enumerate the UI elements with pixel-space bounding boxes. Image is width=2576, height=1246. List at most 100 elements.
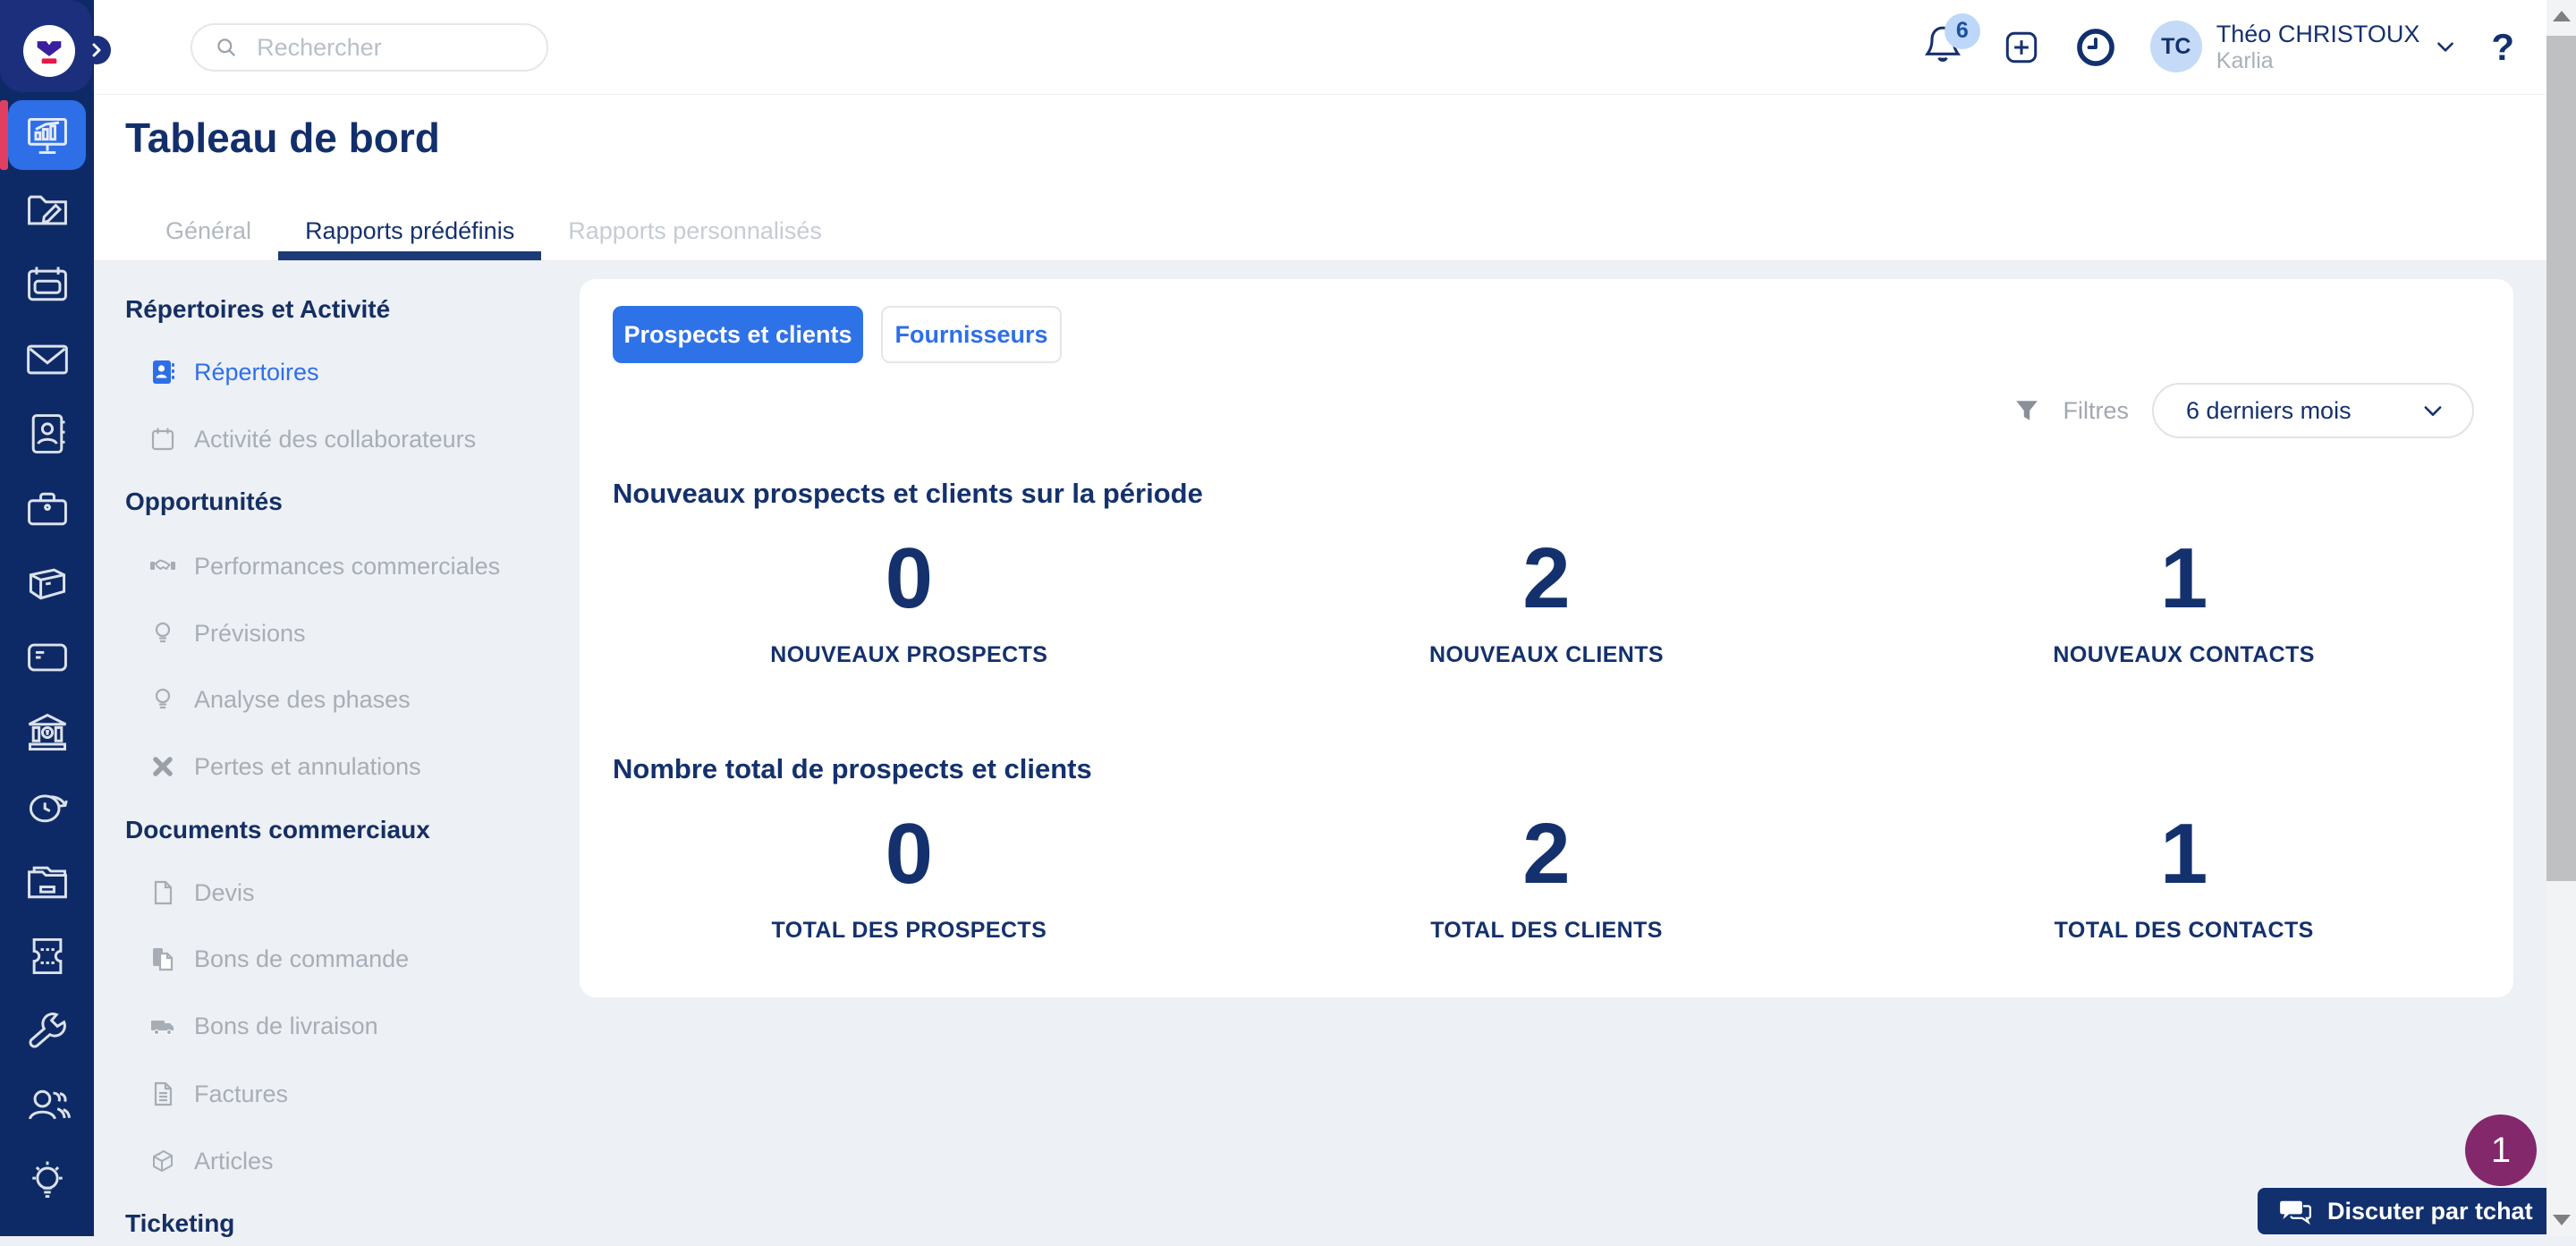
- scrollbar-thumb[interactable]: [2546, 36, 2576, 881]
- stat-new-prospects: 0 NOUVEAUX PROSPECTS: [590, 531, 1228, 668]
- user-name: Théo CHRISTOUX: [2216, 20, 2420, 47]
- menu-item-articles[interactable]: Articles: [149, 1139, 274, 1183]
- calendar-icon: [151, 428, 174, 451]
- rail-item-payments[interactable]: [0, 621, 94, 695]
- help-button[interactable]: ?: [2491, 28, 2514, 66]
- handshake-icon: [150, 559, 175, 571]
- chat-bubbles-icon: [2280, 1200, 2311, 1225]
- report-card: Prospects et clients Fournisseurs Filtre…: [580, 279, 2513, 997]
- stat-new-clients: 2 NOUVEAUX CLIENTS: [1228, 531, 1866, 668]
- rail-item-time[interactable]: [0, 770, 94, 844]
- tab-general[interactable]: Général: [139, 205, 278, 260]
- filters-label: Filtres: [2063, 396, 2130, 424]
- credit-card-icon: [27, 644, 67, 672]
- avatar: TC: [2149, 21, 2202, 73]
- rail-item-documents[interactable]: [0, 844, 94, 919]
- chat-button-label: Discuter par tchat: [2327, 1197, 2533, 1225]
- chat-button[interactable]: Discuter par tchat: [2258, 1188, 2562, 1234]
- scroll-down-arrow-icon[interactable]: [2553, 1215, 2571, 1225]
- section-heading-total: Nombre total de prospects et clients: [613, 753, 1092, 784]
- rail-item-calendar[interactable]: [0, 248, 94, 322]
- menu-section-repertoires-activite: Répertoires et Activité: [125, 295, 391, 323]
- page-scrollbar[interactable]: [2546, 0, 2576, 1236]
- menu-item-label: Analyse des phases: [194, 685, 411, 713]
- stat-label: NOUVEAUX PROSPECTS: [770, 641, 1048, 667]
- box-icon: [153, 1149, 173, 1173]
- recent-activity-button[interactable]: [2075, 27, 2116, 68]
- menu-item-label: Performances commerciales: [194, 552, 501, 580]
- menu-item-label: Pertes et annulations: [194, 752, 421, 780]
- rail-item-tickets[interactable]: [0, 919, 94, 993]
- menu-item-label: Bons de commande: [194, 945, 410, 972]
- audience-button-prospects-clients[interactable]: Prospects et clients: [613, 306, 863, 363]
- envelope-icon: [26, 344, 68, 375]
- app-logo[interactable]: [0, 0, 92, 92]
- stat-new-contacts: 1 NOUVEAUX CONTACTS: [1865, 531, 2503, 668]
- menu-item-pertes-annulations[interactable]: Pertes et annulations: [149, 744, 421, 789]
- user-menu[interactable]: TC Théo CHRISTOUX Karlia: [2149, 20, 2458, 74]
- menu-item-performances-commerciales[interactable]: Performances commerciales: [149, 544, 500, 589]
- rail-item-contacts[interactable]: [0, 397, 94, 471]
- chevron-down-icon: [2424, 406, 2442, 416]
- global-search[interactable]: [191, 23, 548, 72]
- rail-expand-button[interactable]: [82, 36, 111, 64]
- folder-pen-icon: [27, 195, 67, 225]
- menu-item-label: Activité des collaborateurs: [194, 425, 477, 453]
- bank-icon: [28, 713, 66, 750]
- menu-item-repertoires[interactable]: Répertoires: [149, 350, 319, 394]
- stat-value: 0: [885, 530, 934, 626]
- tab-rapports-personnalises[interactable]: Rapports personnalisés: [541, 205, 849, 260]
- stats-row-total: 0 TOTAL DES PROSPECTS 2 TOTAL DES CLIENT…: [590, 807, 2503, 944]
- rail-item-products[interactable]: [0, 546, 94, 620]
- audience-button-fournisseurs[interactable]: Fournisseurs: [881, 306, 1062, 363]
- quick-add-button[interactable]: [2002, 28, 2041, 67]
- rail-item-dashboard[interactable]: [0, 98, 94, 173]
- menu-item-devis[interactable]: Devis: [149, 870, 255, 915]
- user-company: Karlia: [2216, 47, 2274, 73]
- scroll-up-arrow-icon[interactable]: [2553, 11, 2571, 21]
- stat-label: TOTAL DES CONTACTS: [2054, 917, 2314, 943]
- contact-book-icon: [31, 414, 64, 454]
- menu-section-documents-commerciaux: Documents commerciaux: [125, 816, 430, 843]
- section-heading-new: Nouveaux prospects et clients sur la pér…: [613, 478, 1203, 509]
- menu-item-factures[interactable]: Factures: [149, 1072, 288, 1116]
- rail-item-portfolio[interactable]: [0, 471, 94, 546]
- clock-history-icon: [29, 794, 68, 823]
- notifications-button[interactable]: 6: [1921, 13, 1980, 74]
- chevron-right-icon: [92, 43, 101, 57]
- page-title: Tableau de bord: [125, 114, 440, 161]
- tab-rapports-predefinis[interactable]: Rapports prédéfinis: [278, 205, 542, 260]
- page-header: Tableau de bord Général Rapports prédéfi…: [94, 94, 2546, 261]
- briefcase-icon: [27, 492, 67, 525]
- stat-total-clients: 2 TOTAL DES CLIENTS: [1228, 807, 1866, 944]
- stat-label: NOUVEAUX CLIENTS: [1429, 641, 1664, 667]
- menu-item-bons-de-livraison[interactable]: Bons de livraison: [149, 1004, 378, 1048]
- stat-value: 1: [2159, 806, 2208, 902]
- file-lines-icon: [154, 1081, 173, 1106]
- notification-count-badge: 6: [1944, 13, 1980, 49]
- rail-item-bank[interactable]: [0, 695, 94, 769]
- stat-value: 2: [1522, 806, 1571, 902]
- file-copy-icon: [153, 948, 174, 971]
- period-select[interactable]: 6 derniers mois: [2152, 383, 2474, 438]
- rail-item-directories[interactable]: [0, 173, 94, 247]
- truck-icon: [151, 1021, 174, 1036]
- rail-item-groups[interactable]: [0, 1068, 94, 1142]
- menu-item-label: Prévisions: [194, 619, 306, 647]
- stat-value: 0: [885, 806, 934, 902]
- rail-item-ideas[interactable]: [0, 1142, 94, 1216]
- address-book-icon: [153, 360, 174, 384]
- menu-item-analyse-phases[interactable]: Analyse des phases: [149, 677, 411, 722]
- users-icon: [28, 1089, 71, 1120]
- menu-item-activite-collaborateurs[interactable]: Activité des collaborateurs: [149, 417, 476, 462]
- search-input[interactable]: [255, 32, 523, 63]
- rail-item-mail[interactable]: [0, 322, 94, 396]
- menu-item-label: Bons de livraison: [194, 1012, 378, 1039]
- menu-item-bons-de-commande[interactable]: Bons de commande: [149, 937, 409, 981]
- rail-item-tools[interactable]: [0, 994, 94, 1068]
- menu-item-previsions[interactable]: Prévisions: [149, 611, 306, 656]
- chat-unread-badge: 1: [2465, 1115, 2537, 1186]
- package-icon: [29, 568, 65, 600]
- dashboard-tabs: Général Rapports prédéfinis Rapports per…: [139, 205, 849, 260]
- wrench-icon: [29, 1013, 66, 1048]
